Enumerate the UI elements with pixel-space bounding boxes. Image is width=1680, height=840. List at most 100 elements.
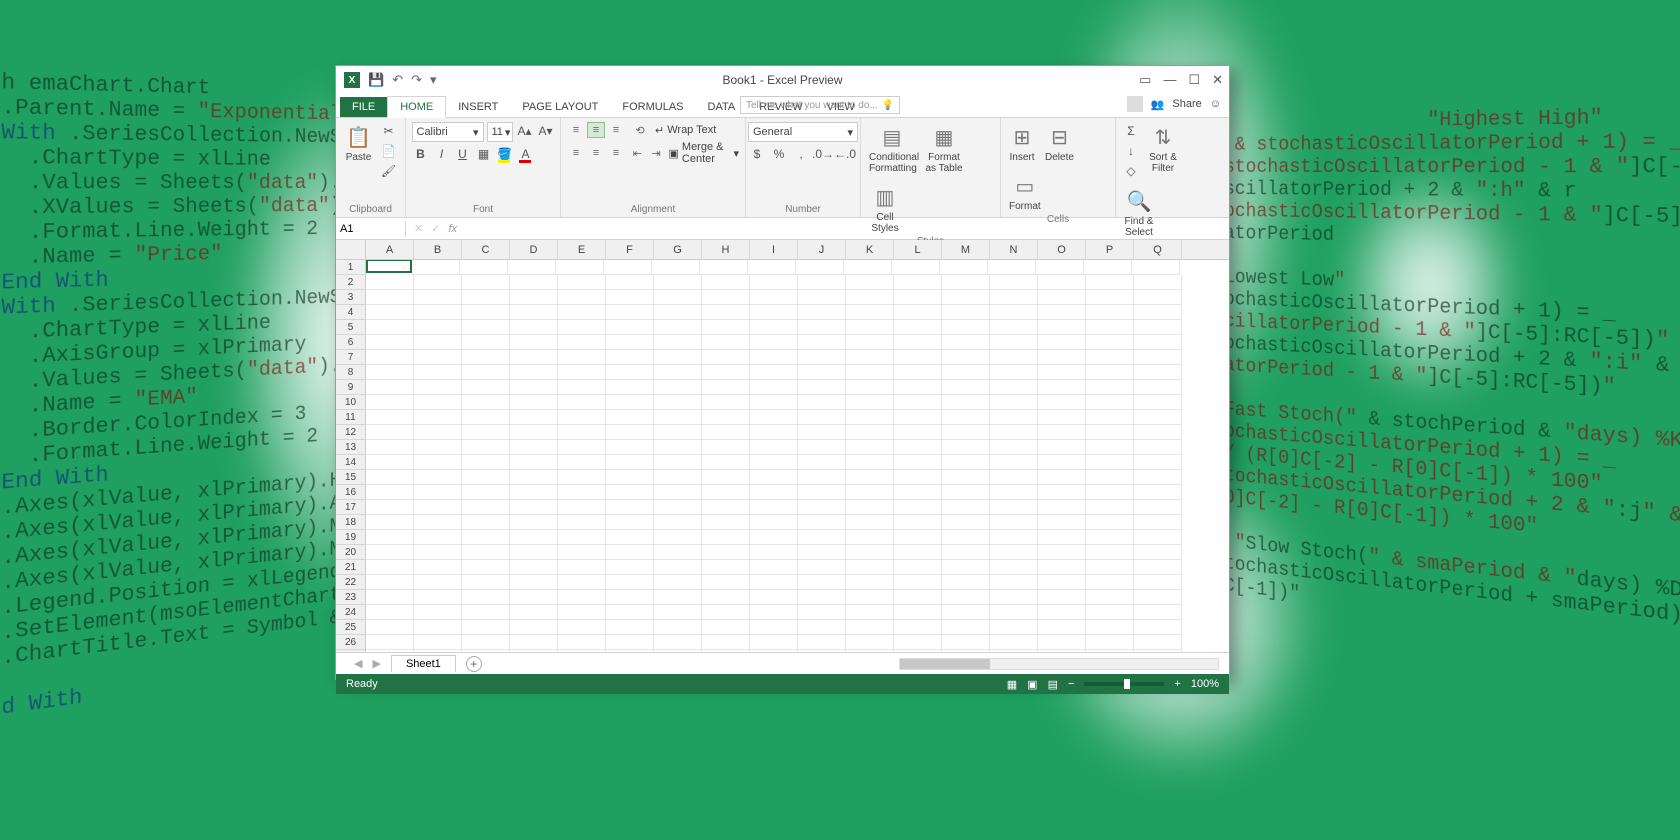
- cell[interactable]: [894, 275, 942, 290]
- decrease-font-icon[interactable]: A▾: [537, 122, 555, 140]
- cell[interactable]: [606, 515, 654, 530]
- cell[interactable]: [1038, 620, 1086, 635]
- cell[interactable]: [1134, 530, 1182, 545]
- tab-insert[interactable]: Insert: [446, 97, 510, 117]
- cell[interactable]: [798, 290, 846, 305]
- cell[interactable]: [846, 545, 894, 560]
- cell[interactable]: [462, 380, 510, 395]
- orientation-icon[interactable]: ⟲: [631, 122, 649, 138]
- cell[interactable]: [558, 440, 606, 455]
- cell[interactable]: [750, 560, 798, 575]
- row-header[interactable]: 25: [336, 620, 366, 635]
- cell[interactable]: [654, 425, 702, 440]
- insert-cells-button[interactable]: ⊞ Insert: [1007, 122, 1037, 165]
- cell[interactable]: [462, 530, 510, 545]
- cell[interactable]: [750, 320, 798, 335]
- cell[interactable]: [894, 380, 942, 395]
- cell[interactable]: [654, 410, 702, 425]
- view-page-layout-icon[interactable]: ▣: [1027, 678, 1037, 691]
- cell[interactable]: [1134, 365, 1182, 380]
- cancel-formula-icon[interactable]: ✕: [414, 222, 423, 235]
- zoom-in-icon[interactable]: +: [1174, 678, 1180, 690]
- row-header[interactable]: 21: [336, 560, 366, 575]
- cell[interactable]: [894, 440, 942, 455]
- cell[interactable]: [750, 440, 798, 455]
- cell[interactable]: [702, 380, 750, 395]
- cell[interactable]: [990, 395, 1038, 410]
- cell[interactable]: [654, 620, 702, 635]
- cell[interactable]: [1134, 440, 1182, 455]
- cell[interactable]: [1086, 485, 1134, 500]
- cell[interactable]: [846, 395, 894, 410]
- cell[interactable]: [798, 605, 846, 620]
- clear-icon[interactable]: ◇: [1122, 162, 1140, 180]
- cell[interactable]: [748, 260, 796, 275]
- cell[interactable]: [462, 605, 510, 620]
- cell[interactable]: [894, 545, 942, 560]
- cell[interactable]: [894, 350, 942, 365]
- border-button[interactable]: ▦: [475, 145, 493, 163]
- cell[interactable]: [846, 560, 894, 575]
- autosum-icon[interactable]: Σ: [1122, 122, 1140, 140]
- cell[interactable]: [894, 455, 942, 470]
- cell[interactable]: [558, 575, 606, 590]
- cell[interactable]: [798, 590, 846, 605]
- column-header[interactable]: M: [942, 240, 990, 259]
- cell[interactable]: [894, 410, 942, 425]
- cell[interactable]: [414, 380, 462, 395]
- cell[interactable]: [750, 365, 798, 380]
- cell[interactable]: [606, 440, 654, 455]
- cell[interactable]: [366, 545, 414, 560]
- cell[interactable]: [366, 590, 414, 605]
- cell[interactable]: [1134, 470, 1182, 485]
- cell[interactable]: [990, 350, 1038, 365]
- cell[interactable]: [606, 305, 654, 320]
- cell[interactable]: [798, 620, 846, 635]
- cell[interactable]: [414, 485, 462, 500]
- cell[interactable]: [702, 635, 750, 650]
- add-sheet-button[interactable]: +: [466, 656, 482, 672]
- cell[interactable]: [366, 530, 414, 545]
- cell[interactable]: [702, 365, 750, 380]
- cell[interactable]: [798, 515, 846, 530]
- cell[interactable]: [750, 305, 798, 320]
- cell[interactable]: [1134, 560, 1182, 575]
- row-header[interactable]: 1: [336, 260, 366, 275]
- view-normal-icon[interactable]: ▦: [1007, 678, 1017, 691]
- cell[interactable]: [1086, 500, 1134, 515]
- cell[interactable]: [798, 365, 846, 380]
- cell[interactable]: [510, 440, 558, 455]
- cell[interactable]: [798, 440, 846, 455]
- cell[interactable]: [510, 545, 558, 560]
- cell[interactable]: [1086, 395, 1134, 410]
- cell[interactable]: [606, 470, 654, 485]
- cell[interactable]: [462, 350, 510, 365]
- cell[interactable]: [558, 590, 606, 605]
- cell[interactable]: [750, 620, 798, 635]
- cell[interactable]: [510, 500, 558, 515]
- cell[interactable]: [366, 380, 414, 395]
- cell[interactable]: [366, 560, 414, 575]
- cell[interactable]: [558, 470, 606, 485]
- cell[interactable]: [894, 560, 942, 575]
- cell[interactable]: [750, 380, 798, 395]
- cell[interactable]: [990, 380, 1038, 395]
- cell[interactable]: [558, 275, 606, 290]
- cell[interactable]: [750, 485, 798, 500]
- minimize-icon[interactable]: —: [1163, 72, 1176, 88]
- cell[interactable]: [1038, 515, 1086, 530]
- emoji-icon[interactable]: ☺: [1210, 98, 1221, 110]
- merge-center-button[interactable]: ▣ Merge & Center▾: [669, 141, 740, 165]
- cell[interactable]: [462, 275, 510, 290]
- cell[interactable]: [414, 305, 462, 320]
- cell[interactable]: [1086, 620, 1134, 635]
- cell[interactable]: [750, 425, 798, 440]
- cell[interactable]: [942, 560, 990, 575]
- decrease-decimal-icon[interactable]: ←.0: [836, 145, 854, 163]
- row-header[interactable]: 13: [336, 440, 366, 455]
- cell[interactable]: [1134, 290, 1182, 305]
- cell[interactable]: [942, 350, 990, 365]
- cell[interactable]: [1038, 575, 1086, 590]
- increase-indent-icon[interactable]: ⇥: [650, 145, 663, 161]
- cell[interactable]: [750, 470, 798, 485]
